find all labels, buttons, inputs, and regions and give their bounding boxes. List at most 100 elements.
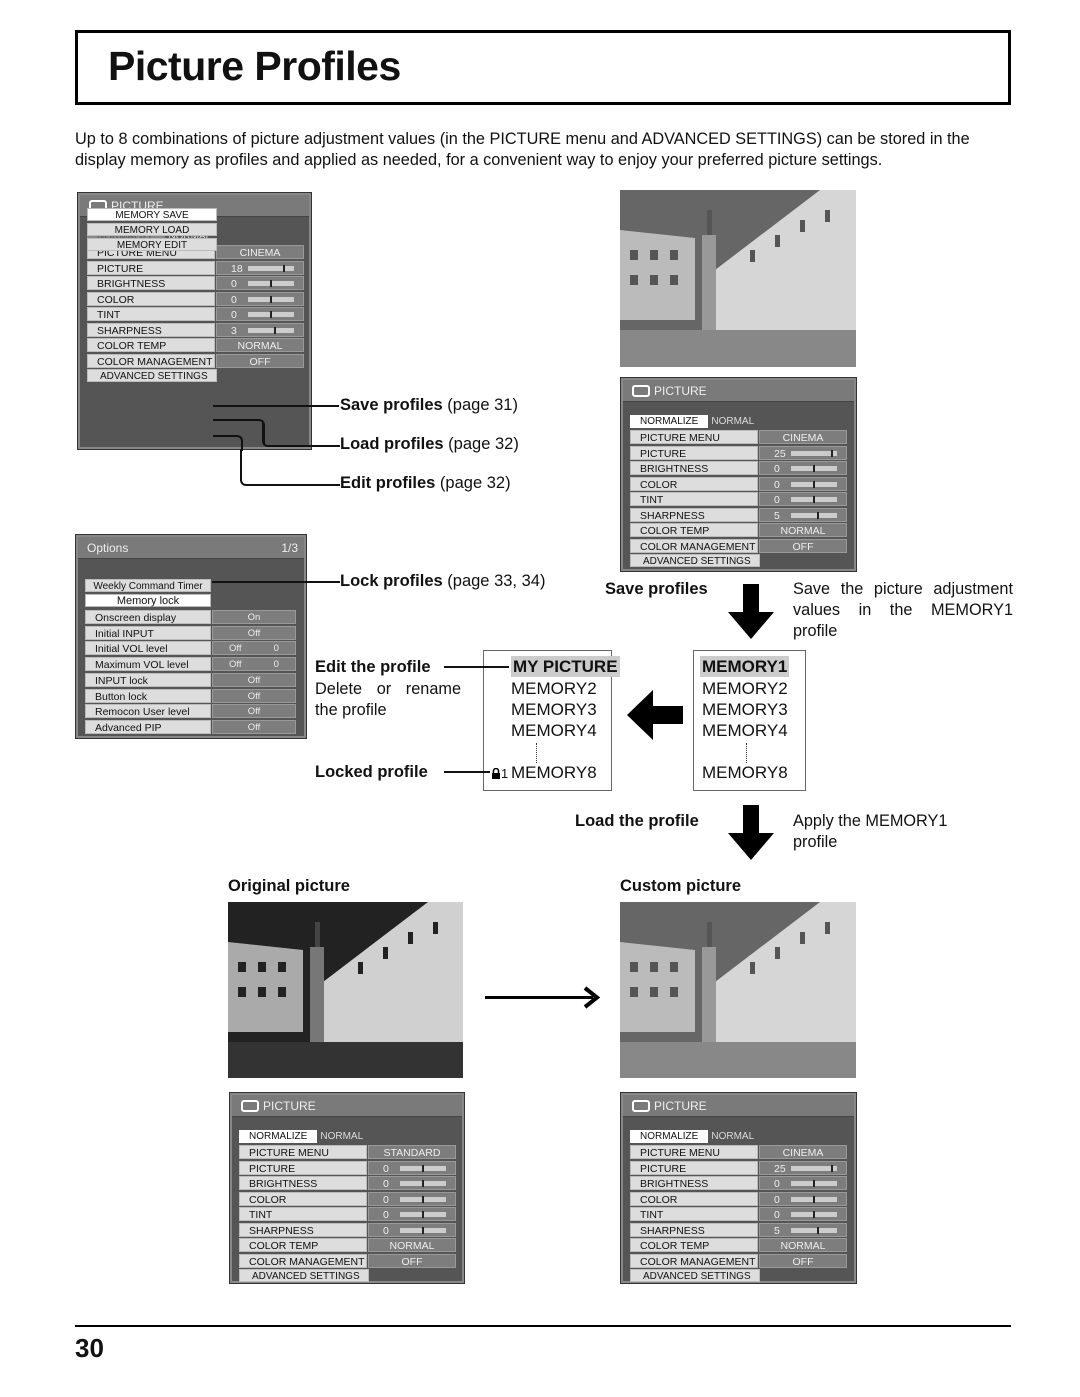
slider[interactable] <box>400 1211 446 1218</box>
options-row[interactable]: Initial INPUT Off <box>85 625 296 640</box>
slider-thumb[interactable] <box>283 264 285 272</box>
slider-thumb[interactable] <box>813 1211 815 1218</box>
profile-item-selected[interactable]: MY PICTURE <box>511 656 620 677</box>
slider-thumb[interactable] <box>270 311 272 318</box>
slider[interactable] <box>248 295 294 303</box>
menu-row[interactable]: TINT 0 <box>630 492 847 506</box>
slider[interactable] <box>248 326 294 334</box>
profile-item[interactable]: MEMORY2 <box>702 678 788 699</box>
slider-thumb[interactable] <box>270 295 272 303</box>
slider[interactable] <box>791 1195 837 1203</box>
slider-thumb[interactable] <box>422 1226 424 1234</box>
menu-row[interactable]: PICTURE MENU STANDARD <box>239 1145 456 1159</box>
slider-thumb[interactable] <box>813 496 815 503</box>
profile-item-locked[interactable]: MEMORY8 <box>511 762 597 783</box>
slider[interactable] <box>248 280 294 287</box>
menu-row[interactable]: COLOR MANAGEMENT OFF <box>239 1253 456 1268</box>
profile-item-selected[interactable]: MEMORY1 <box>700 656 790 677</box>
slider[interactable] <box>791 449 837 457</box>
options-row[interactable]: Onscreen display On <box>85 610 296 624</box>
slider[interactable] <box>791 511 837 519</box>
profile-item[interactable]: MEMORY3 <box>511 699 597 720</box>
slider[interactable] <box>248 264 294 272</box>
slider[interactable] <box>791 1226 837 1234</box>
menu-row[interactable]: SHARPNESS 3 <box>87 322 304 337</box>
memory-edit-button[interactable]: MEMORY EDIT <box>87 238 217 251</box>
slider-thumb[interactable] <box>422 1180 424 1187</box>
options-row[interactable]: INPUT lock Off <box>85 672 296 687</box>
options-row[interactable]: Initial VOL level Off 0 <box>85 641 296 656</box>
normalize-button[interactable]: NORMALIZE <box>630 1130 709 1143</box>
slider[interactable] <box>791 1164 837 1172</box>
menu-row[interactable]: BRIGHTNESS 0 <box>239 1176 456 1190</box>
slider-thumb[interactable] <box>422 1164 424 1172</box>
slider-thumb[interactable] <box>422 1195 424 1203</box>
menu-row[interactable]: COLOR TEMP NORMAL <box>630 523 847 537</box>
slider[interactable] <box>791 496 837 503</box>
menu-row[interactable]: SHARPNESS 5 <box>630 507 847 522</box>
slider-thumb[interactable] <box>817 1226 819 1234</box>
advanced-settings-button[interactable]: ADVANCED SETTINGS <box>630 1269 760 1282</box>
slider-thumb[interactable] <box>817 511 819 519</box>
slider-thumb[interactable] <box>831 1164 833 1172</box>
menu-row[interactable]: BRIGHTNESS 0 <box>630 461 847 475</box>
memory-load-button[interactable]: MEMORY LOAD <box>87 223 217 236</box>
slider-thumb[interactable] <box>274 326 276 334</box>
profile-item[interactable]: MEMORY8 <box>702 762 788 783</box>
weekly-command-timer[interactable]: Weekly Command Timer <box>85 579 211 592</box>
menu-row[interactable]: PICTURE 0 <box>239 1160 456 1175</box>
slider[interactable] <box>400 1195 446 1203</box>
advanced-settings-button[interactable]: ADVANCED SETTINGS <box>239 1269 369 1282</box>
menu-row[interactable]: COLOR 0 <box>630 1191 847 1206</box>
slider[interactable] <box>400 1226 446 1234</box>
menu-row[interactable]: TINT 0 <box>239 1207 456 1221</box>
profile-item[interactable]: MEMORY4 <box>511 720 597 741</box>
slider[interactable] <box>400 1164 446 1172</box>
menu-row[interactable]: COLOR 0 <box>87 291 304 306</box>
options-row[interactable]: Maximum VOL level Off 0 <box>85 657 296 672</box>
advanced-settings-button[interactable]: ADVANCED SETTINGS <box>87 369 217 382</box>
slider-thumb[interactable] <box>813 480 815 488</box>
options-row[interactable]: Remocon User level Off <box>85 704 296 719</box>
menu-row[interactable]: BRIGHTNESS 0 <box>630 1176 847 1190</box>
menu-row[interactable]: PICTURE 25 <box>630 1160 847 1175</box>
slider-thumb[interactable] <box>831 449 833 457</box>
slider-thumb[interactable] <box>813 1180 815 1187</box>
slider[interactable] <box>791 1211 837 1218</box>
slider[interactable] <box>400 1180 446 1187</box>
menu-row[interactable]: SHARPNESS 5 <box>630 1222 847 1237</box>
menu-row[interactable]: COLOR MANAGEMENT OFF <box>630 538 847 553</box>
menu-row[interactable]: PICTURE 25 <box>630 445 847 460</box>
menu-row[interactable]: COLOR 0 <box>239 1191 456 1206</box>
advanced-settings-button[interactable]: ADVANCED SETTINGS <box>630 554 760 567</box>
menu-row[interactable]: TINT 0 <box>87 307 304 321</box>
menu-row[interactable]: PICTURE MENU CINEMA <box>630 430 847 444</box>
menu-row[interactable]: TINT 0 <box>630 1207 847 1221</box>
profile-item[interactable]: MEMORY2 <box>511 678 597 699</box>
menu-row[interactable]: COLOR 0 <box>630 476 847 491</box>
normalize-button[interactable]: NORMALIZE <box>239 1130 318 1143</box>
menu-row[interactable]: COLOR TEMP NORMAL <box>239 1238 456 1252</box>
menu-row[interactable]: SHARPNESS 0 <box>239 1222 456 1237</box>
menu-row[interactable]: PICTURE MENU CINEMA <box>630 1145 847 1159</box>
menu-row[interactable]: COLOR MANAGEMENT OFF <box>87 353 304 368</box>
slider[interactable] <box>791 1180 837 1187</box>
options-row[interactable]: Button lock Off <box>85 688 296 703</box>
normalize-button[interactable]: NORMALIZE <box>630 415 709 428</box>
profile-item[interactable]: MEMORY4 <box>702 720 788 741</box>
slider-thumb[interactable] <box>813 1195 815 1203</box>
slider-thumb[interactable] <box>813 465 815 472</box>
memory-lock[interactable]: Memory lock <box>85 594 211 607</box>
slider[interactable] <box>791 465 837 472</box>
menu-row[interactable]: PICTURE 18 <box>87 260 304 275</box>
slider-thumb[interactable] <box>422 1211 424 1218</box>
menu-row[interactable]: COLOR TEMP NORMAL <box>630 1238 847 1252</box>
profile-item[interactable]: MEMORY3 <box>702 699 788 720</box>
slider[interactable] <box>248 311 294 318</box>
memory-save-button[interactable]: MEMORY SAVE <box>87 208 217 221</box>
menu-row[interactable]: BRIGHTNESS 0 <box>87 276 304 290</box>
slider[interactable] <box>791 480 837 488</box>
slider-thumb[interactable] <box>270 280 272 287</box>
menu-row[interactable]: COLOR MANAGEMENT OFF <box>630 1253 847 1268</box>
options-row[interactable]: Advanced PIP Off <box>85 719 296 734</box>
